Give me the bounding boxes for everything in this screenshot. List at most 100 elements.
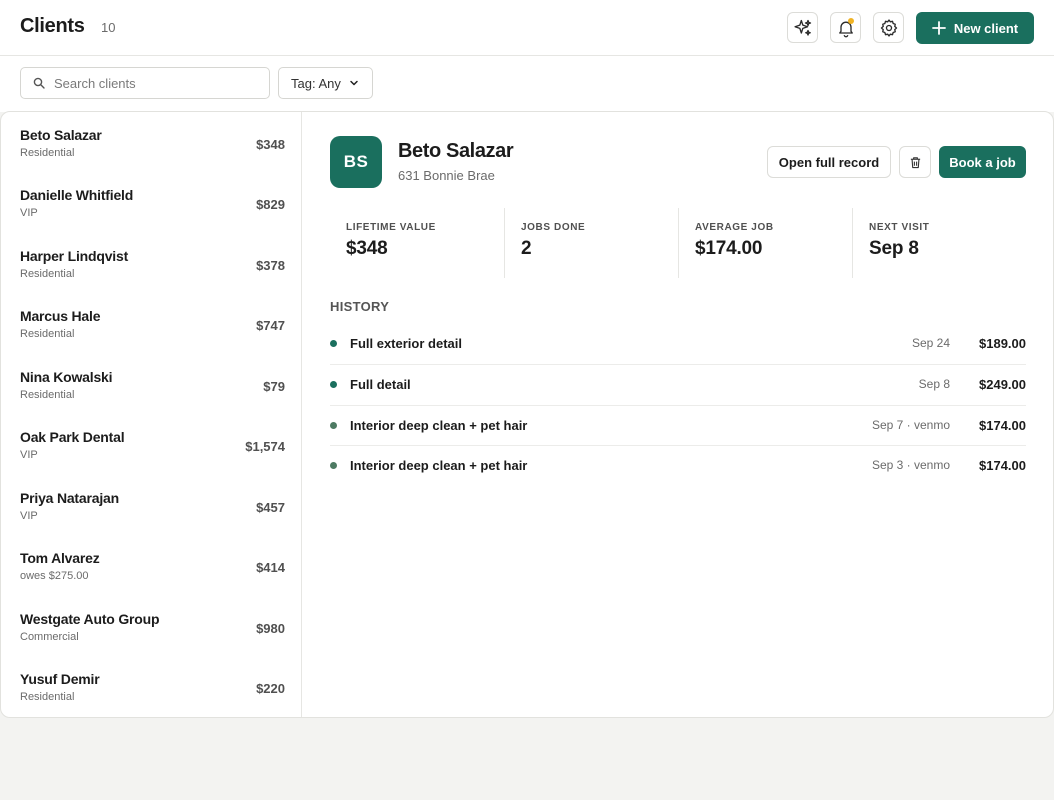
client-row[interactable]: Marcus Hale Residential $747 bbox=[1, 293, 301, 353]
chevron-down-icon bbox=[350, 80, 358, 86]
history-item-name: Interior deep clean + pet hair bbox=[350, 418, 528, 433]
client-tag: VIP bbox=[20, 207, 38, 219]
client-row[interactable]: Priya Natarajan VIP $457 bbox=[1, 475, 301, 535]
sparkles-icon bbox=[793, 19, 811, 36]
stat-value: $348 bbox=[346, 238, 388, 259]
search-input[interactable] bbox=[54, 75, 254, 91]
stat-lifetime-value: LIFETIME VALUE $348 bbox=[330, 208, 504, 278]
client-row[interactable]: Westgate Auto Group Commercial $980 bbox=[1, 596, 301, 656]
client-tag: Residential bbox=[20, 147, 75, 159]
client-tag: Residential bbox=[20, 691, 75, 703]
stat-label: NEXT VISIT bbox=[869, 222, 930, 233]
client-tag: Residential bbox=[20, 328, 75, 340]
notifications-button[interactable] bbox=[830, 12, 861, 43]
open-full-record-button[interactable]: Open full record bbox=[767, 146, 891, 178]
client-name: Beto Salazar bbox=[20, 127, 102, 143]
settings-button[interactable] bbox=[873, 12, 904, 43]
history-item[interactable]: Interior deep clean + pet hair Sep 3 · v… bbox=[330, 445, 1026, 486]
client-row[interactable]: Yusuf Demir Residential $220 bbox=[1, 656, 301, 716]
history-item[interactable]: Full exterior detail Sep 24 $189.00 bbox=[330, 324, 1026, 365]
history-item[interactable]: Full detail Sep 8 $249.00 bbox=[330, 364, 1026, 405]
client-tag: VIP bbox=[20, 449, 38, 461]
client-tag: Residential bbox=[20, 389, 75, 401]
client-name: Yusuf Demir bbox=[20, 671, 100, 687]
client-tag: Commercial bbox=[20, 631, 79, 643]
client-value: $414 bbox=[256, 560, 285, 575]
history-item-date: Sep 3 · venmo bbox=[871, 458, 950, 472]
client-name: Priya Natarajan bbox=[20, 490, 119, 506]
history-item-name: Full exterior detail bbox=[350, 336, 462, 351]
avatar: BS bbox=[330, 136, 382, 188]
stat-label: LIFETIME VALUE bbox=[346, 222, 436, 233]
notification-dot bbox=[848, 18, 854, 24]
ai-assist-button[interactable] bbox=[787, 12, 818, 43]
client-name: Westgate Auto Group bbox=[20, 611, 160, 627]
page-title: Clients bbox=[20, 15, 85, 37]
history-item-date: Sep 24 bbox=[911, 336, 950, 350]
delete-button[interactable] bbox=[899, 146, 931, 178]
stat-label: JOBS DONE bbox=[521, 222, 586, 233]
status-dot bbox=[330, 422, 337, 429]
new-client-label: New client bbox=[953, 20, 1019, 36]
client-tag: owes $275.00 bbox=[20, 570, 89, 582]
history-item-amount: $249.00 bbox=[979, 377, 1026, 392]
client-value: $829 bbox=[256, 197, 285, 212]
client-value: $348 bbox=[256, 137, 285, 152]
client-list: Beto Salazar Residential $348 Danielle W… bbox=[1, 112, 302, 717]
history-heading: HISTORY bbox=[330, 299, 390, 314]
stat-next-visit: NEXT VISIT Sep 8 bbox=[852, 208, 1026, 278]
status-dot bbox=[330, 462, 337, 469]
search-box[interactable] bbox=[20, 67, 270, 99]
client-value: $220 bbox=[256, 681, 285, 696]
history-item-name: Full detail bbox=[350, 377, 411, 392]
client-row[interactable]: Oak Park Dental VIP $1,574 bbox=[1, 414, 301, 474]
status-dot bbox=[330, 381, 337, 388]
stat-value: 2 bbox=[521, 238, 532, 259]
client-value: $747 bbox=[256, 318, 285, 333]
history-item-date: Sep 7 · venmo bbox=[871, 418, 950, 432]
stat-value: $174.00 bbox=[695, 238, 763, 259]
client-tag: VIP bbox=[20, 510, 38, 522]
client-row[interactable]: Beto Salazar Residential $348 bbox=[1, 112, 301, 172]
top-bar: Clients 10 New client bbox=[0, 0, 1054, 56]
client-value: $79 bbox=[263, 379, 285, 394]
new-client-button[interactable]: New client bbox=[916, 12, 1034, 44]
plus-icon bbox=[931, 21, 946, 35]
client-name: Oak Park Dental bbox=[20, 429, 125, 445]
tag-filter-dropdown[interactable]: Tag: Any bbox=[278, 67, 373, 99]
trash-icon bbox=[910, 156, 920, 168]
client-value: $1,574 bbox=[245, 439, 285, 454]
client-name: Danielle Whitfield bbox=[20, 187, 134, 203]
stat-average-job: AVERAGE JOB $174.00 bbox=[678, 208, 852, 278]
client-detail-name: Beto Salazar bbox=[398, 140, 514, 162]
client-row[interactable]: Danielle Whitfield VIP $829 bbox=[1, 172, 301, 232]
history-item[interactable]: Interior deep clean + pet hair Sep 7 · v… bbox=[330, 405, 1026, 446]
client-value: $457 bbox=[256, 500, 285, 515]
client-detail: BS Beto Salazar 631 Bonnie Brae Open ful… bbox=[302, 112, 1053, 717]
gear-icon bbox=[880, 18, 897, 37]
stat-value: Sep 8 bbox=[869, 238, 919, 259]
client-row[interactable]: Tom Alvarez owes $275.00 $414 bbox=[1, 535, 301, 595]
client-value: $980 bbox=[256, 621, 285, 636]
client-name: Harper Lindqvist bbox=[20, 248, 129, 264]
filter-bar: Tag: Any bbox=[0, 56, 1054, 112]
client-value: $378 bbox=[256, 258, 285, 273]
tag-filter-label: Tag: Any bbox=[291, 75, 341, 91]
client-name: Nina Kowalski bbox=[20, 369, 113, 385]
client-name: Marcus Hale bbox=[20, 308, 101, 324]
client-name: Tom Alvarez bbox=[20, 550, 100, 566]
client-address: 631 Bonnie Brae bbox=[398, 168, 495, 183]
client-tag: Residential bbox=[20, 268, 75, 280]
book-job-button[interactable]: Book a job bbox=[939, 146, 1026, 178]
history-item-date: Sep 8 bbox=[918, 377, 950, 391]
client-count: 10 bbox=[101, 20, 116, 35]
client-row[interactable]: Nina Kowalski Residential $79 bbox=[1, 354, 301, 414]
history-item-name: Interior deep clean + pet hair bbox=[350, 458, 528, 473]
status-dot bbox=[330, 340, 337, 347]
client-row[interactable]: Harper Lindqvist Residential $378 bbox=[1, 233, 301, 293]
search-icon bbox=[33, 77, 45, 89]
history-item-amount: $189.00 bbox=[979, 336, 1026, 351]
history-item-amount: $174.00 bbox=[979, 418, 1026, 433]
clients-panel: Beto Salazar Residential $348 Danielle W… bbox=[0, 111, 1054, 718]
history-item-amount: $174.00 bbox=[979, 458, 1026, 473]
